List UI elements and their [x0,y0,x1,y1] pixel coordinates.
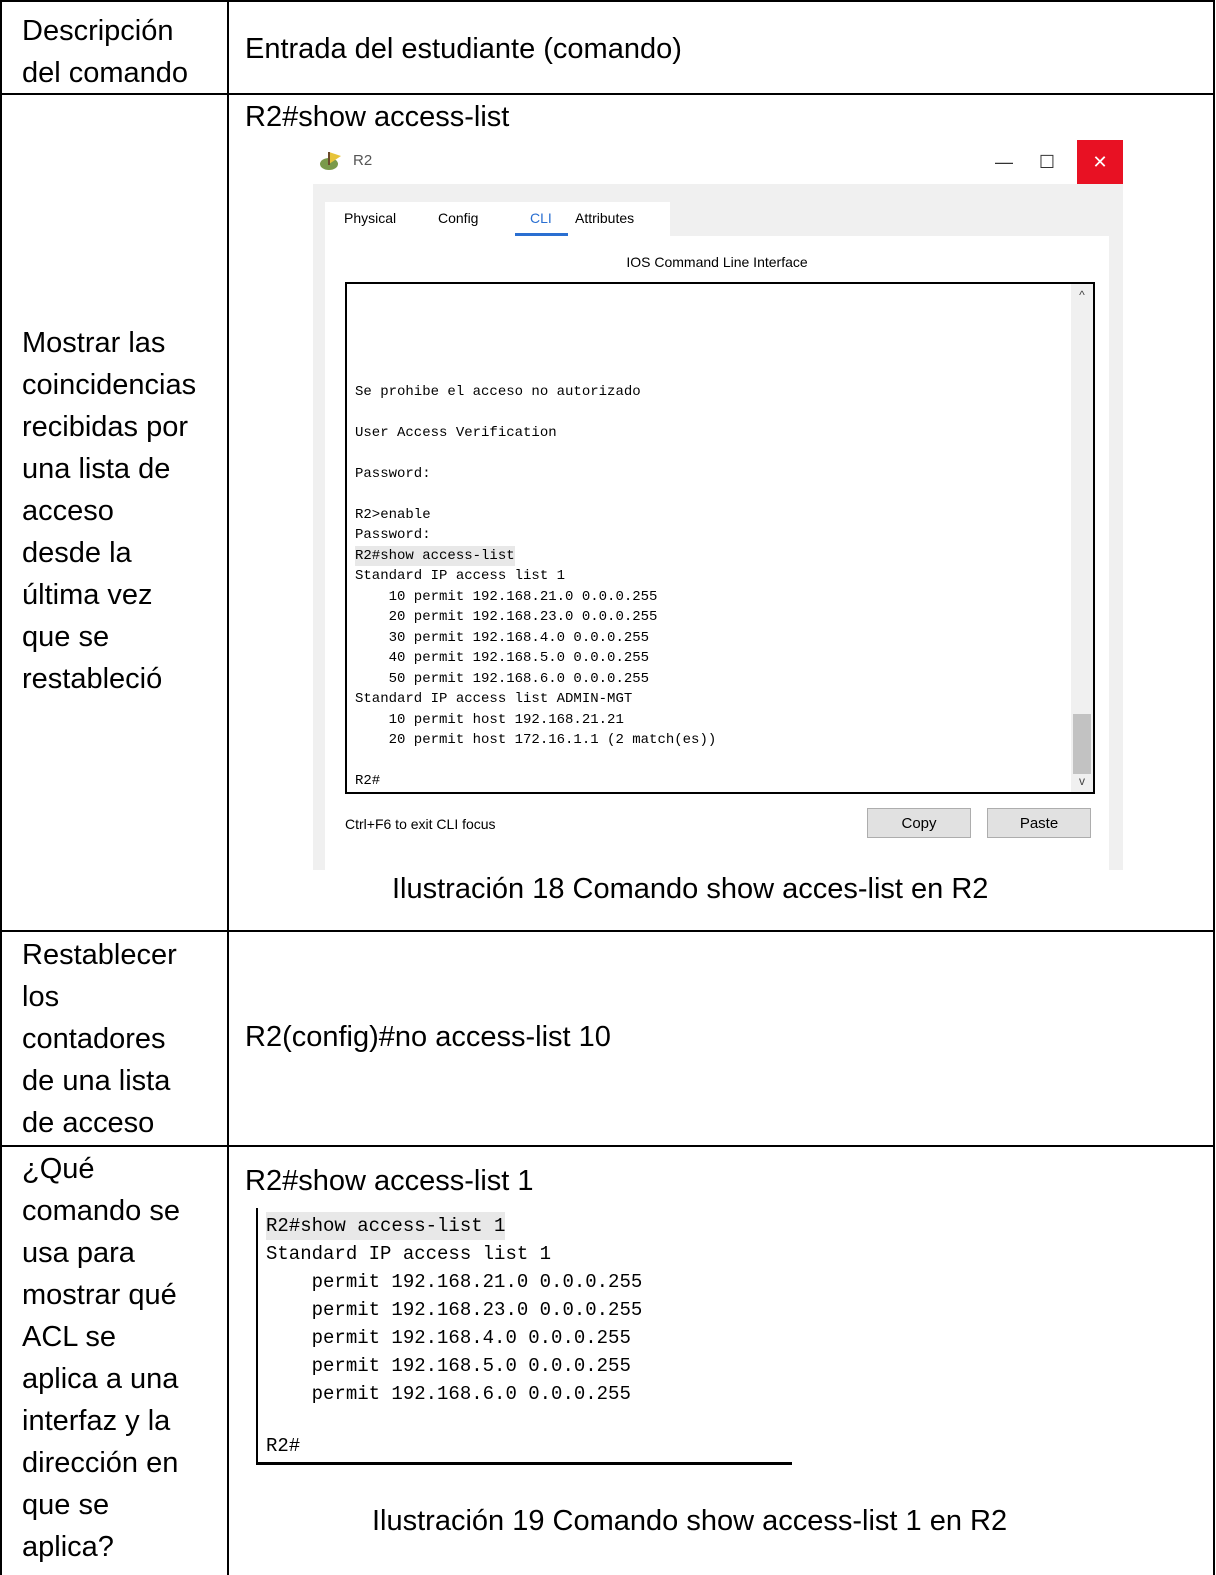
router-cli-window: R2 — ☐ ✕ Physical Config CLI Attributes … [313,140,1123,870]
terminal-line: R2#show access-list [355,546,515,566]
description-line: desde la [22,537,132,569]
header-description-line: del comando [22,57,189,89]
row3-command: R2#show access-list 1 [245,1165,534,1197]
terminal-line: Password: [355,466,431,482]
row2-command: R2(config)#no access-list 10 [245,1021,611,1053]
copy-button[interactable]: Copy [867,808,971,838]
tab-config[interactable]: Config [438,210,478,226]
scroll-up-icon[interactable]: ^ [1071,286,1093,304]
window-title: R2 [353,152,373,169]
description-line: Mostrar las [22,327,166,359]
table-border-right [1213,0,1215,1575]
snippet-line: permit 192.168.21.0 0.0.0.255 [266,1271,643,1293]
description-line: aplica? [22,1531,114,1563]
snippet-line: permit 192.168.6.0 0.0.0.255 [266,1383,631,1405]
cli-focus-hint: Ctrl+F6 to exit CLI focus [345,816,496,832]
snippet-border-bottom [256,1462,792,1465]
description-line: comando se [22,1195,180,1227]
description-line: que se [22,1489,110,1521]
close-button[interactable]: ✕ [1077,140,1123,184]
figure-caption-18: Ilustración 18 Comando show acces-list e… [392,873,989,905]
paste-button[interactable]: Paste [987,808,1091,838]
description-line: aplica a una [22,1363,179,1395]
description-line: acceso [22,495,114,527]
description-line: Restablecer [22,939,177,971]
terminal-line: User Access Verification [355,425,557,441]
snippet-line: permit 192.168.4.0 0.0.0.255 [266,1327,631,1349]
figure-caption-19: Ilustración 19 Comando show access-list … [372,1505,1008,1537]
snippet-line: R2# [266,1435,301,1457]
table-border-top [0,0,1215,2]
row1-description: Mostrar las coincidencias recibidas por … [22,322,196,700]
terminal-line: 10 permit host 192.168.21.21 [355,712,624,728]
terminal-line: R2# [355,773,381,789]
snippet-line: Standard IP access list 1 [266,1243,552,1265]
header-description: Descripción del comando [22,10,188,94]
cli-panel: IOS Command Line Interface Se prohibe el… [325,236,1109,870]
table-border-divider [227,0,229,1575]
description-line: de acceso [22,1107,155,1139]
terminal-line: Standard IP access list 1 [355,568,566,584]
description-line: los [22,981,60,1013]
terminal-line: 20 permit host 172.16.1.1 (2 match(es)) [355,732,717,748]
tab-strip: Physical Config CLI Attributes [325,202,670,236]
scroll-thumb[interactable] [1073,714,1091,774]
row2-description: Restablecer los contadores de una lista … [22,934,177,1144]
description-line: interfaz y la [22,1405,171,1437]
description-line: contadores [22,1023,166,1055]
description-line: ACL se [22,1321,117,1353]
terminal-line: 30 permit 192.168.4.0 0.0.0.255 [355,630,650,646]
terminal-line: 50 permit 192.168.6.0 0.0.0.255 [355,671,650,687]
snippet-line: R2#show access-list 1 [266,1212,506,1240]
row3-description: ¿Qué comando se usa para mostrar qué ACL… [22,1148,180,1568]
terminal-line: 10 permit 192.168.21.0 0.0.0.255 [355,589,658,605]
snippet-line: permit 192.168.23.0 0.0.0.255 [266,1299,643,1321]
terminal-line: 40 permit 192.168.5.0 0.0.0.255 [355,650,650,666]
table-row-separator [0,930,1215,932]
description-line: ¿Qué [22,1153,95,1185]
terminal-line: R2>enable [355,507,431,523]
panel-title: IOS Command Line Interface [626,254,808,270]
row1-command: R2#show access-list [245,101,510,133]
tab-cli[interactable]: CLI [530,210,552,226]
cli-terminal[interactable]: Se prohibe el acceso no autorizado User … [345,282,1095,794]
description-line: recibidas por [22,411,189,443]
description-line: que se [22,621,110,653]
snippet-line: permit 192.168.5.0 0.0.0.255 [266,1355,631,1377]
cli-snippet: R2#show access-list 1 Standard IP access… [256,1208,792,1466]
header-description-line: Descripción [22,15,174,47]
terminal-scrollbar[interactable]: ^ v [1071,284,1093,792]
scroll-down-icon[interactable]: v [1071,772,1093,790]
router-app-icon [320,152,341,170]
table-border-left [0,0,2,1575]
tab-physical[interactable]: Physical [344,210,396,226]
description-line: de una lista [22,1065,171,1097]
terminal-line: Password: [355,527,431,543]
table-row-separator [0,1145,1215,1147]
description-line: usa para [22,1237,135,1269]
description-line: una lista de [22,453,171,485]
description-line: dirección en [22,1447,179,1479]
description-line: restableció [22,663,163,695]
description-line: última vez [22,579,153,611]
tab-attributes[interactable]: Attributes [575,210,634,226]
terminal-line: Se prohibe el acceso no autorizado [355,384,641,400]
terminal-line: 20 permit 192.168.23.0 0.0.0.255 [355,609,658,625]
window-titlebar: R2 — ☐ ✕ [313,140,1123,184]
minimize-button[interactable]: — [981,140,1027,184]
description-line: coincidencias [22,369,197,401]
maximize-button[interactable]: ☐ [1024,140,1070,184]
header-student-input: Entrada del estudiante (comando) [245,33,682,65]
snippet-border-left [256,1208,258,1464]
description-line: mostrar qué [22,1279,177,1311]
terminal-line: Standard IP access list ADMIN-MGT [355,691,633,707]
